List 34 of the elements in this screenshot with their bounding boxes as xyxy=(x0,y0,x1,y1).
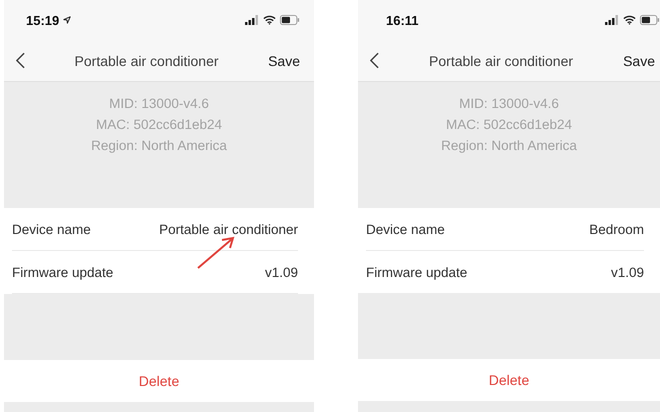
battery-icon xyxy=(280,15,300,25)
status-time: 15:19 xyxy=(26,12,60,28)
settings-row[interactable]: Device name Portable air conditioner xyxy=(12,208,298,251)
device-info-text: MAC: 502cc6d1eb24 xyxy=(96,117,222,132)
screen-title: Portable air conditioner xyxy=(428,52,574,68)
row-label: Firmware update xyxy=(366,264,468,280)
device-info-text: Region: North America xyxy=(441,138,577,153)
signal-icon xyxy=(605,15,619,25)
device-info-text: MAC: 502cc6d1eb24 xyxy=(446,117,572,132)
battery-icon xyxy=(640,15,660,25)
wifi-icon xyxy=(623,15,636,25)
wifi-icon xyxy=(263,15,276,25)
settings-row[interactable]: Device name Bedroom xyxy=(366,208,644,251)
signal-icon xyxy=(245,15,259,25)
row-label: Device name xyxy=(366,222,445,236)
device-info-text: Region: North America xyxy=(91,138,227,153)
back-chevron-icon[interactable] xyxy=(16,52,25,69)
delete-button[interactable]: Delete xyxy=(4,360,314,402)
screen-title: Portable air conditioner xyxy=(74,52,220,68)
save-button[interactable]: Save xyxy=(268,52,300,68)
settings-row[interactable]: Firmware update v1.09 xyxy=(366,251,644,293)
row-value: Bedroom xyxy=(589,222,644,236)
row-value: Portable air conditioner xyxy=(159,222,298,236)
row-value: v1.09 xyxy=(264,264,298,280)
row-value: v1.09 xyxy=(610,264,644,280)
row-label: Device name xyxy=(12,222,91,236)
settings-row[interactable]: Firmware update v1.09 xyxy=(12,251,298,294)
device-info-text: MID: 13000-v4.6 xyxy=(109,96,209,111)
row-label: Firmware update xyxy=(12,264,114,280)
delete-button[interactable]: Delete xyxy=(358,359,660,401)
device-info-text: MID: 13000-v4.6 xyxy=(459,96,559,111)
status-time: 16:11 xyxy=(386,12,419,28)
back-chevron-icon[interactable] xyxy=(370,52,379,69)
save-button[interactable]: Save xyxy=(623,52,655,68)
